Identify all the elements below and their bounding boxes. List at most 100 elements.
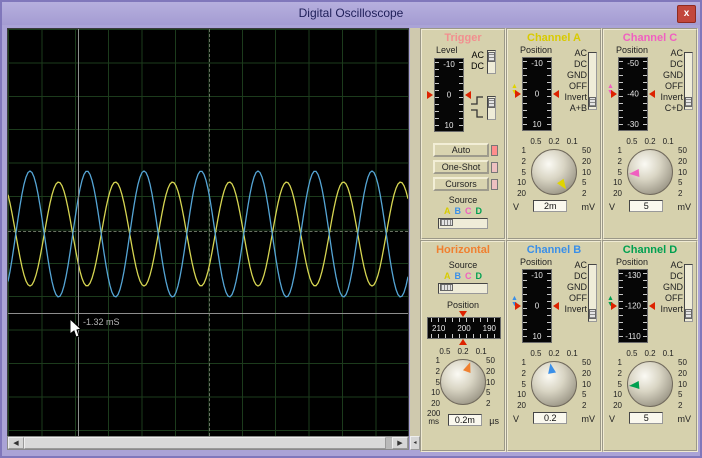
channel-b-gain-value: 0.2 <box>533 412 567 424</box>
scale-label: 20 <box>678 157 693 166</box>
scale-label: 20 <box>607 189 622 198</box>
meter-marker-bottom-icon <box>459 339 467 345</box>
meter-marker-left-icon <box>611 90 617 98</box>
scroll-right-icon[interactable]: ▶ <box>392 437 408 449</box>
coupling-option-label: AC <box>660 260 683 271</box>
meter-scale-label: 200 <box>457 324 470 333</box>
channel-d-position-meter[interactable]: -130 -120 -110 <box>618 269 648 343</box>
channel-c-coupling-options: ACDCGNDOFFInvertC+D <box>660 48 683 114</box>
scale-label: 2 <box>511 369 526 378</box>
coupling-option-label: AC <box>660 48 683 59</box>
meter-scale-label: -120 <box>619 302 647 311</box>
coupling-option-label: A+B <box>564 103 587 114</box>
channel-a-position-meter[interactable]: -10 0 10 <box>522 57 552 131</box>
scope-display[interactable]: -1.32 mS <box>7 28 409 437</box>
scale-label: 2 <box>607 157 622 166</box>
coupling-option-label: AC <box>564 48 587 59</box>
auto-led <box>491 145 498 156</box>
scale-label: 2 <box>678 189 693 198</box>
unit-millivolts-label: mV <box>581 202 595 212</box>
channel-c-panel: Channel C Position ▲ ▼ -50 -40 -30 ACDCG… <box>602 28 698 240</box>
meter-scale-label: 0 <box>435 91 463 100</box>
scale-label: 2 <box>582 401 597 410</box>
gain-scale-right: 50201052 <box>582 358 597 410</box>
scale-label: 10 <box>582 380 597 389</box>
scale-label: 10 <box>486 378 501 387</box>
horizontal-scrollbar[interactable]: ◀ ▶ <box>7 436 409 450</box>
trigger-level-meter[interactable]: -10 0 10 <box>434 58 464 132</box>
scale-label: 10 <box>607 390 622 399</box>
channel-d-title: Channel D <box>604 242 696 256</box>
trigger-coupling-switch[interactable] <box>487 50 496 74</box>
control-panels: Trigger Level -10 0 10 AC DC <box>420 28 698 453</box>
auto-button[interactable]: Auto <box>433 143 489 157</box>
scrollbar-thumb[interactable] <box>24 437 386 449</box>
timebase-scale-left: 1251020 <box>425 356 440 408</box>
one-shot-button[interactable]: One-Shot <box>433 160 489 174</box>
close-button[interactable]: x <box>677 5 696 23</box>
channel-c-position-meter[interactable]: -50 -40 -30 <box>618 57 648 131</box>
horizontal-source-switch[interactable] <box>438 283 488 294</box>
channel-b-title: Channel B <box>508 242 600 256</box>
horizontal-position-meter[interactable]: 210 200 190 <box>427 317 499 339</box>
coupling-option-label: DC <box>564 271 587 282</box>
title-bar[interactable]: Digital Oscilloscope <box>2 2 700 25</box>
channel-b-coupling-switch[interactable] <box>588 264 597 322</box>
scale-label: 50 <box>486 356 501 365</box>
scale-label: 50 <box>678 146 693 155</box>
source-channel-label: A <box>444 206 451 216</box>
scale-label: 50 <box>582 358 597 367</box>
measure-cursor-horizontal[interactable] <box>8 313 408 314</box>
unit-us-label: µs <box>489 416 499 426</box>
channel-a-gain-knob[interactable] <box>531 149 577 195</box>
mouse-pointer-icon <box>70 319 83 338</box>
scale-label: 5 <box>607 168 622 177</box>
channel-a-panel: Channel A Position ▲ ▼ -10 0 10 ACDCGNDO… <box>506 28 602 240</box>
scale-label: 0.1 <box>476 347 487 356</box>
gain-scale-right: 50201052 <box>678 358 693 410</box>
measure-cursor-vertical[interactable] <box>78 29 79 436</box>
scale-label: 1 <box>607 358 622 367</box>
trigger-source-switch[interactable] <box>438 218 488 229</box>
scale-label: 0.2 <box>644 349 655 358</box>
knob-pointer-icon <box>629 381 640 390</box>
channel-d-gain-knob[interactable] <box>627 361 673 407</box>
meter-marker-right-icon <box>649 90 655 98</box>
position-label: Position <box>616 45 648 55</box>
position-label: Position <box>616 257 648 267</box>
scale-label: 0.1 <box>567 349 578 358</box>
coupling-option-label: Invert <box>564 304 587 315</box>
unit-volts-label: V <box>609 414 615 424</box>
scroll-left-icon[interactable]: ◀ <box>8 437 24 449</box>
timebase-knob[interactable] <box>440 359 486 405</box>
channel-c-coupling-switch[interactable] <box>684 52 693 110</box>
channel-b-gain-knob[interactable] <box>531 361 577 407</box>
coupling-option-label: Invert <box>660 92 683 103</box>
gain-scale-top: 0.50.20.1 <box>604 349 696 358</box>
scale-label: 5 <box>678 390 693 399</box>
scale-label: 0.1 <box>567 137 578 146</box>
unit-millivolts-label: mV <box>581 414 595 424</box>
channel-a-coupling-switch[interactable] <box>588 52 597 110</box>
coupling-option-label: C+D <box>660 103 683 114</box>
gain-scale-right: 50201052 <box>678 146 693 198</box>
timebase-scale-right: 50201052 <box>486 356 501 408</box>
channel-d-coupling-switch[interactable] <box>684 264 693 322</box>
meter-scale-label: -10 <box>435 60 463 69</box>
source-channel-label: C <box>465 206 472 216</box>
channel-b-coupling-options: ACDCGNDOFFInvert <box>564 260 587 315</box>
gain-scale-left: 1251020 <box>607 146 622 198</box>
trigger-edge-switch[interactable] <box>487 96 496 120</box>
scroll-corner-icon[interactable]: ◂ <box>410 436 420 450</box>
channel-c-gain-knob[interactable] <box>627 149 673 195</box>
channel-d-coupling-options: ACDCGNDOFFInvert <box>660 260 683 315</box>
scale-label: 2 <box>678 401 693 410</box>
source-channel-label: A <box>444 271 451 281</box>
coupling-option-label: GND <box>564 70 587 81</box>
meter-scale-label: 10 <box>523 120 551 129</box>
cursors-button[interactable]: Cursors <box>433 177 489 191</box>
channel-b-position-meter[interactable]: -10 0 10 <box>522 269 552 343</box>
rising-edge-icon <box>470 96 484 105</box>
meter-scale-label: 0 <box>523 90 551 99</box>
falling-edge-icon <box>470 109 484 118</box>
